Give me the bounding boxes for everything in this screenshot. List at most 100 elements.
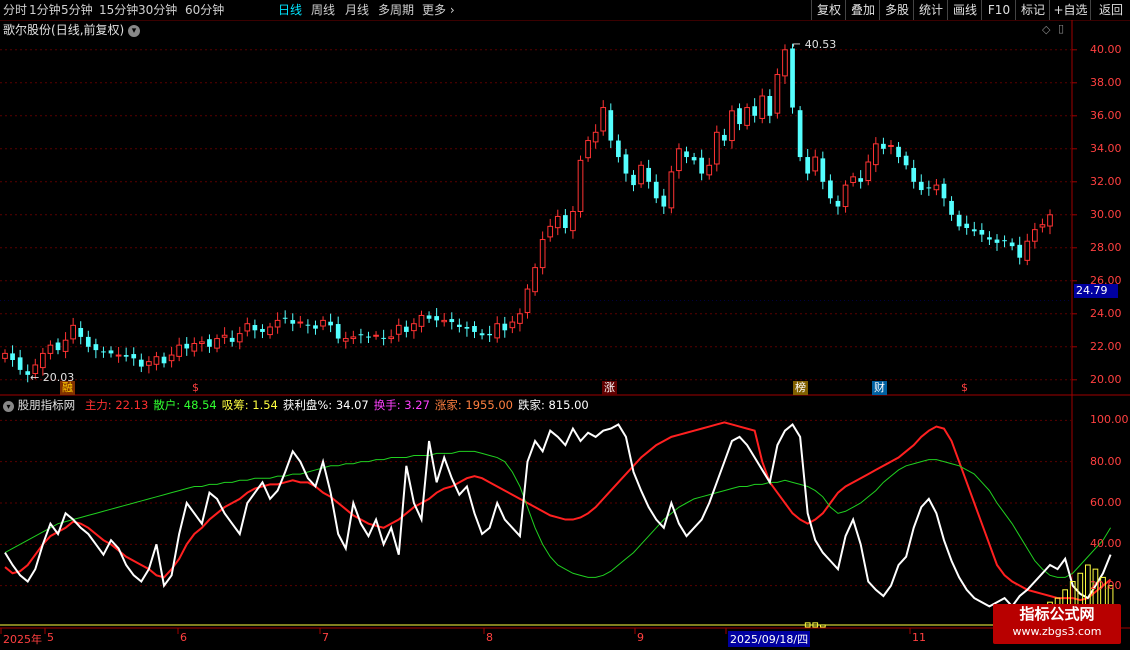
candle-body bbox=[888, 145, 894, 147]
candle-body bbox=[244, 323, 251, 332]
candle-body bbox=[199, 341, 205, 345]
indicator-fields: 主力: 22.13 散户: 48.54 吸筹: 1.54 获利盘%: 34.07 换手:… bbox=[85, 398, 594, 412]
candle-body bbox=[646, 167, 652, 182]
candle-body bbox=[872, 143, 879, 166]
candle-body bbox=[926, 187, 932, 189]
candle-body bbox=[146, 361, 152, 366]
candle-body bbox=[570, 211, 576, 232]
indicator-tick-label: 60.00 bbox=[1090, 496, 1122, 509]
candle-body bbox=[994, 239, 1000, 243]
candle-body bbox=[517, 313, 523, 324]
candle-body bbox=[971, 229, 977, 232]
event-marker[interactable]: 财 bbox=[872, 381, 887, 395]
candle-body bbox=[577, 159, 584, 213]
candle-body bbox=[297, 321, 304, 324]
candle-body bbox=[395, 324, 402, 335]
candle-body bbox=[267, 326, 273, 336]
candle-body bbox=[547, 225, 554, 238]
high-value: 40.53 bbox=[804, 38, 837, 51]
date-label: 2025/09/18/四 bbox=[728, 631, 811, 647]
watermark-url: www.zbgs3.com bbox=[1012, 625, 1102, 638]
candle-body bbox=[441, 319, 448, 323]
candle-body bbox=[661, 195, 667, 207]
candle-body bbox=[229, 337, 235, 342]
candle-body bbox=[933, 184, 940, 191]
candle-body bbox=[554, 215, 561, 229]
candle-body bbox=[706, 164, 713, 176]
candle-body bbox=[252, 325, 258, 331]
candle-body bbox=[759, 95, 766, 119]
candle-body bbox=[464, 327, 470, 329]
field-label: 涨家: bbox=[434, 398, 462, 412]
event-marker[interactable]: $ bbox=[190, 381, 201, 395]
candle-body bbox=[161, 356, 167, 364]
event-marker[interactable]: $ bbox=[959, 381, 970, 395]
price-tick-label: 32.00 bbox=[1090, 174, 1122, 188]
candle-body bbox=[434, 316, 439, 321]
event-marker[interactable]: 涨 bbox=[602, 381, 617, 395]
candle-body bbox=[335, 324, 341, 339]
candle-body bbox=[350, 336, 357, 340]
candle-body bbox=[457, 324, 462, 327]
high-annotation: ⌐ 40.53 bbox=[792, 38, 837, 51]
candle-body bbox=[131, 354, 137, 359]
candle-body bbox=[1009, 242, 1015, 247]
indicator-bar: ▾ 股朋指标网 主力: 22.13 散户: 48.54 吸筹: 1.54 获利盘%: … bbox=[3, 397, 594, 413]
price-tick-label: 38.00 bbox=[1090, 75, 1122, 89]
indicator-tick-label: 40.00 bbox=[1090, 537, 1122, 551]
event-marker[interactable]: 榜 bbox=[793, 381, 808, 395]
candle-body bbox=[373, 334, 379, 337]
candle-body bbox=[108, 350, 114, 354]
candle-body bbox=[623, 154, 629, 174]
candle-body bbox=[979, 229, 985, 235]
candle-body bbox=[918, 181, 924, 191]
candle-body bbox=[40, 352, 46, 369]
candle-body bbox=[342, 338, 349, 342]
field-label: 散户: bbox=[153, 398, 181, 412]
indicator-field: 主力: 22.13 bbox=[85, 398, 148, 412]
date-label: 2025年 bbox=[3, 633, 42, 646]
candle-body bbox=[911, 167, 917, 182]
maximize-icon[interactable]: ▯ bbox=[1058, 22, 1064, 35]
candle-body bbox=[949, 200, 954, 215]
price-tick-label: 30.00 bbox=[1090, 207, 1122, 221]
candle-body bbox=[17, 357, 23, 370]
candle-body bbox=[1017, 244, 1023, 258]
candle-body bbox=[1024, 240, 1031, 261]
indicator-field: 涨家: 1955.00 bbox=[435, 398, 513, 412]
candle-body bbox=[638, 164, 644, 185]
date-label: 9 bbox=[637, 631, 644, 644]
candle-body bbox=[585, 140, 591, 159]
price-tick-label: 24.00 bbox=[1090, 306, 1122, 320]
candle-body bbox=[472, 326, 477, 332]
candle-body bbox=[487, 333, 492, 336]
candle-body bbox=[55, 342, 61, 351]
field-label: 主力: bbox=[84, 398, 112, 412]
field-value: 815.00 bbox=[544, 398, 589, 412]
chevron-down-icon[interactable]: ▾ bbox=[3, 401, 14, 412]
candle-body bbox=[184, 343, 190, 349]
candle-body bbox=[138, 359, 144, 367]
candle-body bbox=[221, 334, 228, 338]
candle-body bbox=[774, 74, 781, 114]
price-tick-label: 40.00 bbox=[1090, 42, 1122, 56]
candle-body bbox=[449, 319, 455, 323]
field-label: 换手: bbox=[373, 398, 401, 412]
date-label: 7 bbox=[322, 631, 329, 644]
indicator-name: 股朋指标网 bbox=[17, 398, 76, 412]
candle-body bbox=[676, 148, 682, 172]
candle-body bbox=[282, 317, 288, 319]
field-value: 34.07 bbox=[332, 398, 369, 412]
candle-body bbox=[616, 140, 621, 158]
diamond-icon[interactable]: ◇ bbox=[1042, 23, 1050, 36]
field-value: 3.27 bbox=[400, 398, 430, 412]
candle-body bbox=[494, 323, 501, 339]
candle-body bbox=[828, 180, 833, 199]
candle-body bbox=[123, 355, 129, 357]
candle-body bbox=[388, 336, 395, 340]
candle-body bbox=[631, 174, 636, 186]
candle-body bbox=[699, 157, 705, 174]
chart-canvas[interactable] bbox=[0, 0, 1130, 650]
candle-body bbox=[668, 171, 675, 209]
date-label: 11 bbox=[912, 631, 926, 644]
